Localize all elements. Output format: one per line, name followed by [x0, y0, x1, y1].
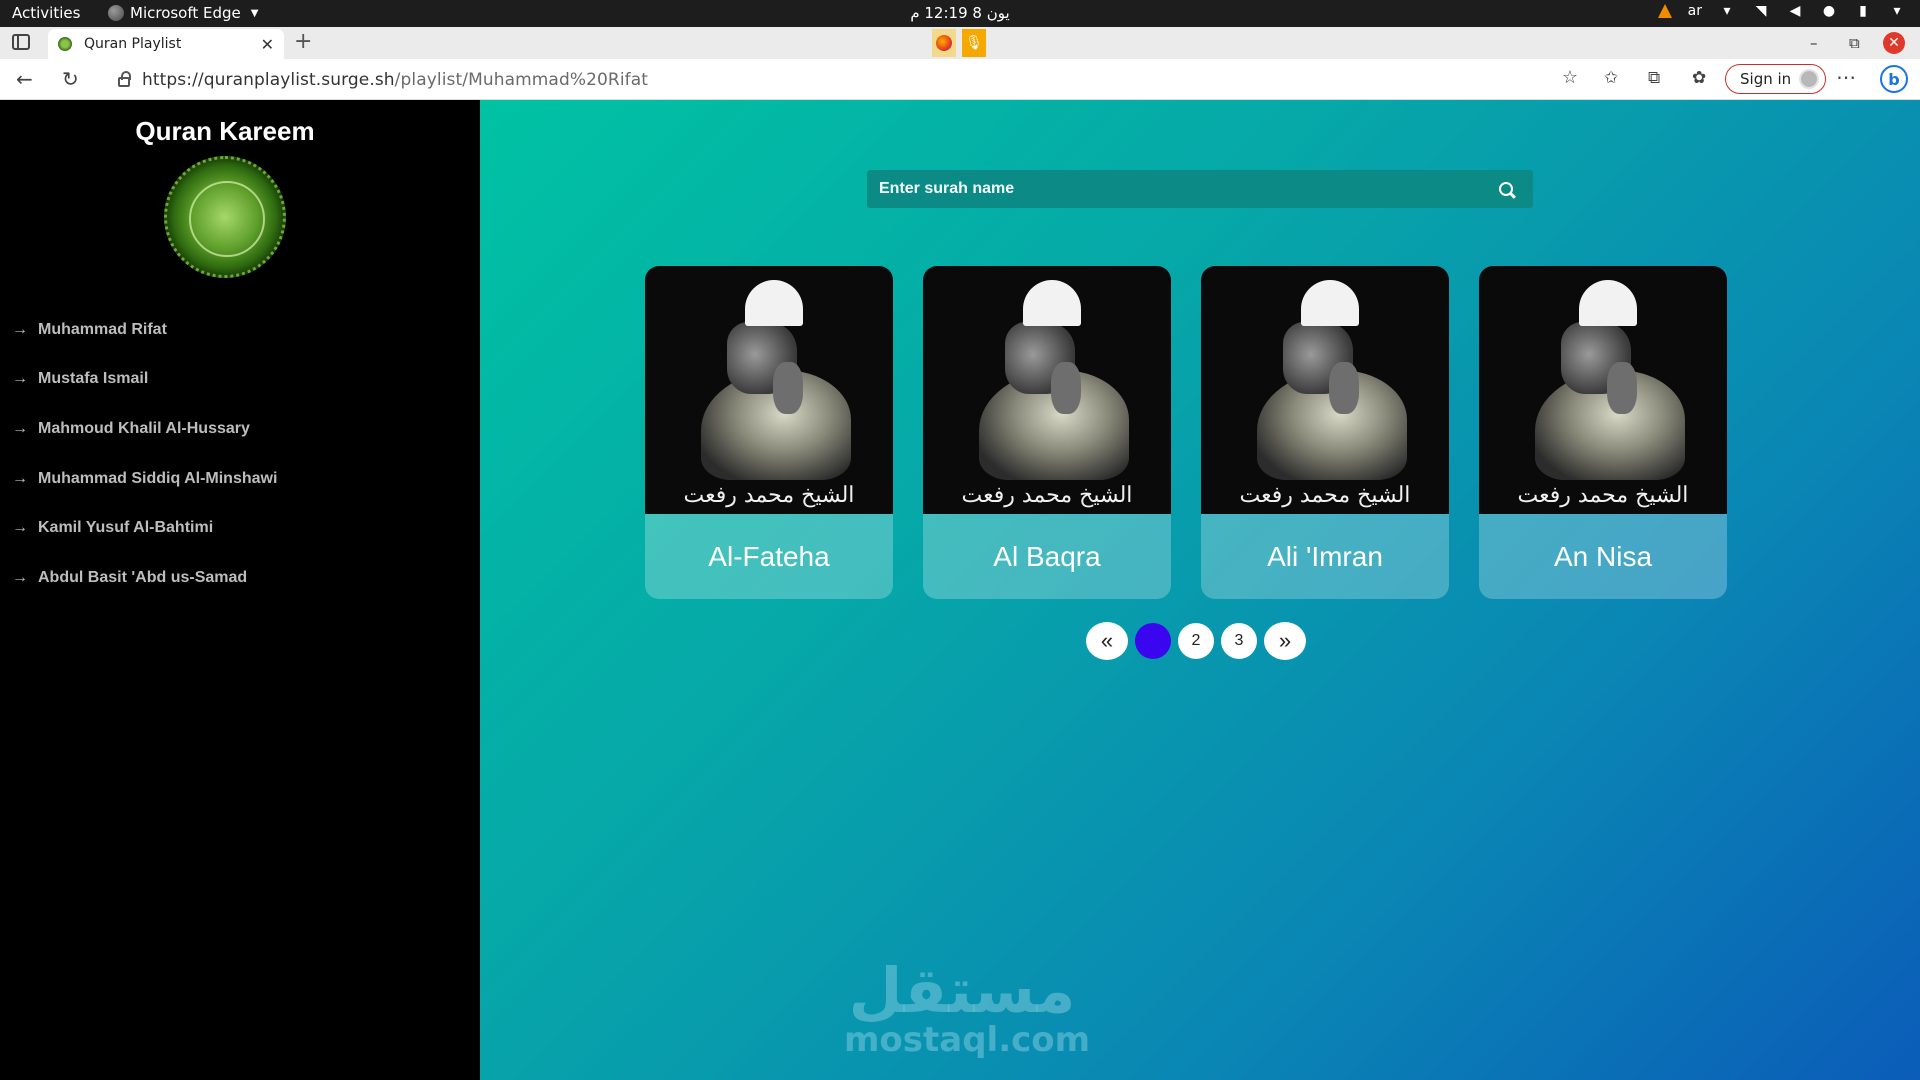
mostaql-watermark: مستقل mostaql.com [844, 954, 1091, 1060]
arrow-right-icon: → [12, 568, 28, 586]
favorites-icon[interactable]: ✩ [1604, 68, 1618, 88]
first-page-button[interactable]: « [1086, 622, 1128, 660]
sidebar-item-label: Muhammad Rifat [38, 320, 167, 338]
address-bar: ← ↻ https://quranplaylist.surge.sh/playl… [0, 59, 1920, 100]
pagination: « 1 2 3 » [1086, 622, 1306, 660]
keyboard-language[interactable]: ar [1688, 3, 1702, 19]
wifi-icon: ◥ [1755, 3, 1767, 19]
sidebar-item-label: Abdul Basit 'Abd us-Samad [38, 568, 248, 586]
system-tray[interactable]: ar ▾ ◥ ◀ ● ▮ ▾ [1657, 3, 1906, 19]
sidebar: Quran Kareem → Muhammad Rifat → Mustafa Is… [0, 100, 480, 1080]
sidebar-item-muhammad-siddiq-al-minshawi[interactable]: → Muhammad Siddiq Al-Minshawi [0, 454, 277, 504]
edge-icon [108, 5, 124, 21]
reciter-calligraphy: الشيخ محمد رفعت [961, 483, 1133, 508]
sidebar-item-label: Mustafa Ismail [38, 370, 149, 388]
close-icon: ✕ [1883, 32, 1905, 54]
close-window-button[interactable]: ✕ [1883, 27, 1905, 59]
surah-card[interactable]: الشيخ محمد رفعت Al-Fateha [645, 266, 893, 599]
surah-name: Ali 'Imran [1267, 540, 1383, 572]
sign-in-label: Sign in [1740, 70, 1792, 88]
minimize-button[interactable]: – [1810, 27, 1818, 59]
close-icon[interactable]: ✕ [261, 35, 274, 54]
app-menu[interactable]: Microsoft Edge ▼ [108, 4, 258, 22]
microphone-icon: ● [1822, 3, 1836, 19]
search-placeholder: Enter surah name [879, 180, 1015, 197]
watermark-arabic: مستقل [848, 954, 1076, 1027]
firefox-icon[interactable] [932, 29, 956, 57]
new-tab-icon[interactable]: + [294, 29, 312, 54]
restore-button[interactable]: ⧉ [1849, 27, 1860, 59]
tab-quran-playlist[interactable]: Quran Playlist ✕ [48, 29, 284, 59]
arrow-right-icon: → [12, 419, 28, 437]
arrow-right-icon: → [12, 519, 28, 537]
main-content: Enter surah name الشيخ محمد رفعت Al-Fate… [480, 100, 1920, 1080]
sidebar-item-label: Mahmoud Khalil Al-Hussary [38, 419, 250, 437]
app-menu-label: Microsoft Edge [130, 4, 241, 22]
chevron-down-icon: ▾ [1723, 3, 1731, 19]
reciter-image: الشيخ محمد رفعت [923, 266, 1171, 514]
url-path: /playlist/Muhammad%20Rifat [394, 69, 649, 90]
tab-strip: Quran Playlist ✕ + [0, 27, 1920, 59]
favicon-icon [58, 37, 72, 51]
surah-search-input[interactable]: Enter surah name [867, 170, 1533, 208]
collections-icon[interactable]: ⧉ [1648, 68, 1660, 88]
chevron-down-icon: ▼ [250, 7, 259, 19]
microphone-icon[interactable]: 🎙 [962, 29, 986, 57]
add-favorite-icon[interactable]: ☆ [1562, 67, 1578, 88]
sidebar-item-abdul-basit[interactable]: → Abdul Basit 'Abd us-Samad [0, 553, 277, 603]
sidebar-item-mahmoud-khalil-al-hussary[interactable]: → Mahmoud Khalil Al-Hussary [0, 404, 277, 454]
lock-icon[interactable] [118, 70, 131, 87]
avatar [1799, 69, 1820, 89]
bing-icon[interactable]: b [1880, 65, 1908, 93]
activities-button[interactable]: Activities [12, 4, 80, 22]
volume-icon: ◀ [1789, 3, 1801, 19]
surah-card[interactable]: الشيخ محمد رفعت Ali 'Imran [1201, 266, 1449, 599]
sidebar-item-mustafa-ismail[interactable]: → Mustafa Ismail [0, 355, 277, 405]
arrow-right-icon: → [12, 370, 28, 388]
sidebar-item-label: Kamil Yusuf Al-Bahtimi [38, 519, 214, 537]
reload-icon[interactable]: ↻ [62, 67, 79, 91]
vlc-icon[interactable] [1657, 4, 1672, 18]
chevron-down-icon: ▾ [1893, 3, 1901, 19]
reciter-image: الشيخ محمد رفعت [1201, 266, 1449, 514]
last-page-button[interactable]: » [1264, 622, 1306, 660]
reciter-image: الشيخ محمد رفعت [1479, 266, 1727, 514]
page-button-3[interactable]: 3 [1221, 623, 1257, 659]
surah-name: An Nisa [1553, 540, 1653, 572]
url-text: https://quranplaylist.surge.sh/playlist/… [142, 70, 648, 90]
reciter-calligraphy: الشيخ محمد رفعت [1517, 483, 1689, 508]
sidebar-item-muhammad-rifat[interactable]: → Muhammad Rifat [0, 305, 277, 355]
sidebar-item-kamil-yusuf-al-bahtimi[interactable]: → Kamil Yusuf Al-Bahtimi [0, 503, 277, 553]
back-icon[interactable]: ← [16, 67, 33, 91]
page-button-1[interactable]: 1 [1135, 623, 1171, 659]
surah-card[interactable]: الشيخ محمد رفعت Al Baqra [923, 266, 1171, 599]
url-host: https://quranplaylist.surge.sh [142, 69, 395, 90]
clock[interactable]: يون 8 12:19 م [910, 4, 1009, 22]
watermark-latin: mostaql.com [844, 1020, 1091, 1060]
reciter-calligraphy: الشيخ محمد رفعت [683, 483, 855, 508]
tab-title: Quran Playlist [84, 36, 182, 52]
site-title: Quran Kareem [135, 116, 315, 146]
page-button-2[interactable]: 2 [1178, 623, 1214, 659]
reciter-list: → Muhammad Rifat → Mustafa Ismail → Mahmoud… [0, 305, 277, 603]
extensions-icon[interactable]: ✿ [1692, 68, 1706, 88]
more-icon[interactable]: ⋯ [1836, 65, 1856, 89]
sidebar-item-label: Muhammad Siddiq Al-Minshawi [38, 469, 278, 487]
os-top-bar: Activities Microsoft Edge ▼ يون 8 12:19 … [0, 0, 1920, 27]
sign-in-button[interactable]: Sign in [1725, 64, 1827, 94]
tab-actions-icon[interactable] [12, 34, 30, 50]
surah-name: Al Baqra [993, 540, 1101, 572]
search-icon[interactable] [1499, 182, 1513, 196]
surah-card[interactable]: الشيخ محمد رفعت An Nisa [1479, 266, 1727, 599]
url-field[interactable]: https://quranplaylist.surge.sh/playlist/… [104, 64, 1586, 95]
arrow-right-icon: → [12, 469, 28, 487]
arrow-right-icon: → [12, 320, 28, 338]
reciter-calligraphy: الشيخ محمد رفعت [1239, 483, 1411, 508]
surah-card-grid: الشيخ محمد رفعت Al-Fateha الشيخ محمد رفع… [645, 266, 1727, 599]
reciter-image: الشيخ محمد رفعت [645, 266, 893, 514]
quran-logo [164, 156, 286, 278]
battery-icon: ▮ [1859, 3, 1867, 19]
surah-name: Al-Fateha [708, 540, 830, 572]
